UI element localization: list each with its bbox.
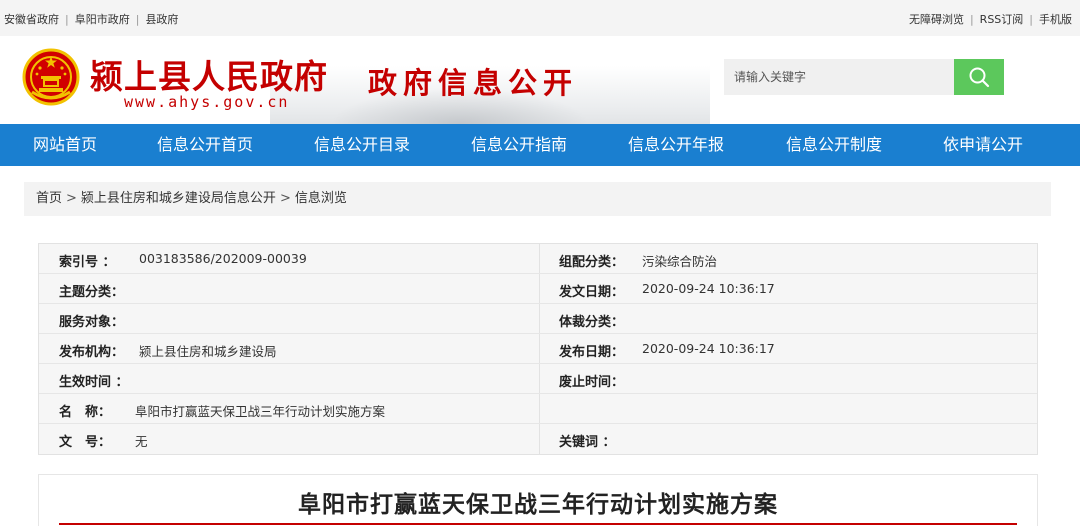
search-input[interactable] xyxy=(724,59,956,95)
nav-info-system[interactable]: 信息公开制度 xyxy=(786,124,882,166)
site-title[interactable]: 颍上县人民政府 xyxy=(90,50,328,98)
separator: | xyxy=(65,13,69,26)
nav-request-disclosure[interactable]: 依申请公开 xyxy=(943,124,1023,166)
info-row: 生效时间 ： 废止时间： xyxy=(39,364,1037,394)
index-value: 003183586/202009-00039 xyxy=(139,251,307,266)
search-box xyxy=(724,59,1004,95)
top-link-bar: 安徽省政府 | 阜阳市政府 | 县政府 无障碍浏览 | RSS订阅 | 手机版 xyxy=(0,0,1080,36)
name-value: 阜阳市打赢蓝天保卫战三年行动计划实施方案 xyxy=(135,404,386,419)
name-label: 名 称： xyxy=(59,405,112,420)
nav-info-home[interactable]: 信息公开首页 xyxy=(157,124,253,166)
top-links-left: 安徽省政府 | 阜阳市政府 | 县政府 xyxy=(4,11,178,27)
breadcrumb-separator: > xyxy=(66,191,77,206)
docno-label: 文 号： xyxy=(59,435,112,450)
expiry-label: 废止时间： xyxy=(559,375,625,390)
info-row: 名 称： 阜阳市打赢蓝天保卫战三年行动计划实施方案 xyxy=(39,394,1037,424)
publish-date-value: 2020-09-24 10:36:17 xyxy=(642,341,775,356)
audience-label: 服务对象： xyxy=(59,315,125,330)
breadcrumb-bureau[interactable]: 颍上县住房和城乡建设局信息公开 xyxy=(81,191,276,206)
breadcrumb-separator: > xyxy=(279,191,291,206)
section-title: 政府信息公开 xyxy=(368,66,579,100)
link-anhui-gov[interactable]: 安徽省政府 xyxy=(4,13,59,26)
info-row: 文 号： 无 关键词 ： xyxy=(39,424,1037,454)
site-url: www.ahys.gov.cn xyxy=(124,93,290,111)
index-label: 索引号 ： xyxy=(59,255,116,270)
link-county-gov[interactable]: 县政府 xyxy=(145,13,178,26)
link-fuyang-gov[interactable]: 阜阳市政府 xyxy=(75,13,130,26)
breadcrumb: 首页 > 颍上县住房和城乡建设局信息公开 > 信息浏览 xyxy=(24,182,1051,216)
separator: | xyxy=(1029,13,1033,26)
effective-label: 生效时间 ： xyxy=(59,375,129,390)
nav-info-guide[interactable]: 信息公开指南 xyxy=(471,124,567,166)
publisher-value: 颍上县住房和城乡建设局 xyxy=(139,344,277,359)
search-icon xyxy=(969,67,990,88)
info-row: 发布机构： 颍上县住房和城乡建设局 发布日期： 2020-09-24 10:36… xyxy=(39,334,1037,364)
article-panel: 阜阳市打赢蓝天保卫战三年行动计划实施方案 xyxy=(38,474,1038,526)
article-title: 阜阳市打赢蓝天保卫战三年行动计划实施方案 xyxy=(298,492,778,518)
link-accessibility[interactable]: 无障碍浏览 xyxy=(909,13,964,26)
site-header: 颍上县人民政府 www.ahys.gov.cn 政府信息公开 xyxy=(0,36,1080,124)
separator: | xyxy=(969,13,974,26)
document-info-table: 索引号 ： 003183586/202009-00039 组配分类： 污染综合防… xyxy=(38,243,1038,455)
top-links-right: 无障碍浏览 | RSS订阅 | 手机版 xyxy=(909,11,1072,27)
separator: | xyxy=(135,13,140,26)
title-rule xyxy=(59,523,1017,525)
nav-home[interactable]: 网站首页 xyxy=(33,124,97,166)
info-row: 索引号 ： 003183586/202009-00039 组配分类： 污染综合防… xyxy=(39,244,1037,274)
topic-label: 主题分类： xyxy=(59,285,125,300)
genre-label: 体裁分类： xyxy=(559,315,625,330)
search-button[interactable] xyxy=(954,59,1004,95)
link-rss[interactable]: RSS订阅 xyxy=(980,13,1024,26)
breadcrumb-current: 信息浏览 xyxy=(294,191,347,206)
issue-date-value: 2020-09-24 10:36:17 xyxy=(642,281,775,296)
nav-info-annual-report[interactable]: 信息公开年报 xyxy=(628,124,724,166)
category-value: 污染综合防治 xyxy=(642,254,718,269)
publish-date-label: 发布日期： xyxy=(559,345,625,360)
breadcrumb-home[interactable]: 首页 xyxy=(36,191,62,206)
info-row: 服务对象： 体裁分类： xyxy=(39,304,1037,334)
docno-value: 无 xyxy=(135,434,148,449)
main-nav: 网站首页 信息公开首页 信息公开目录 信息公开指南 信息公开年报 信息公开制度 … xyxy=(0,124,1080,166)
info-row: 主题分类： 发文日期： 2020-09-24 10:36:17 xyxy=(39,274,1037,304)
publisher-label: 发布机构： xyxy=(59,345,125,360)
nav-info-catalog[interactable]: 信息公开目录 xyxy=(314,124,410,166)
keywords-label: 关键词 ： xyxy=(559,435,616,450)
link-mobile[interactable]: 手机版 xyxy=(1039,13,1072,26)
category-label: 组配分类： xyxy=(559,255,625,270)
national-emblem-icon[interactable] xyxy=(22,48,80,106)
issue-date-label: 发文日期： xyxy=(559,285,625,300)
